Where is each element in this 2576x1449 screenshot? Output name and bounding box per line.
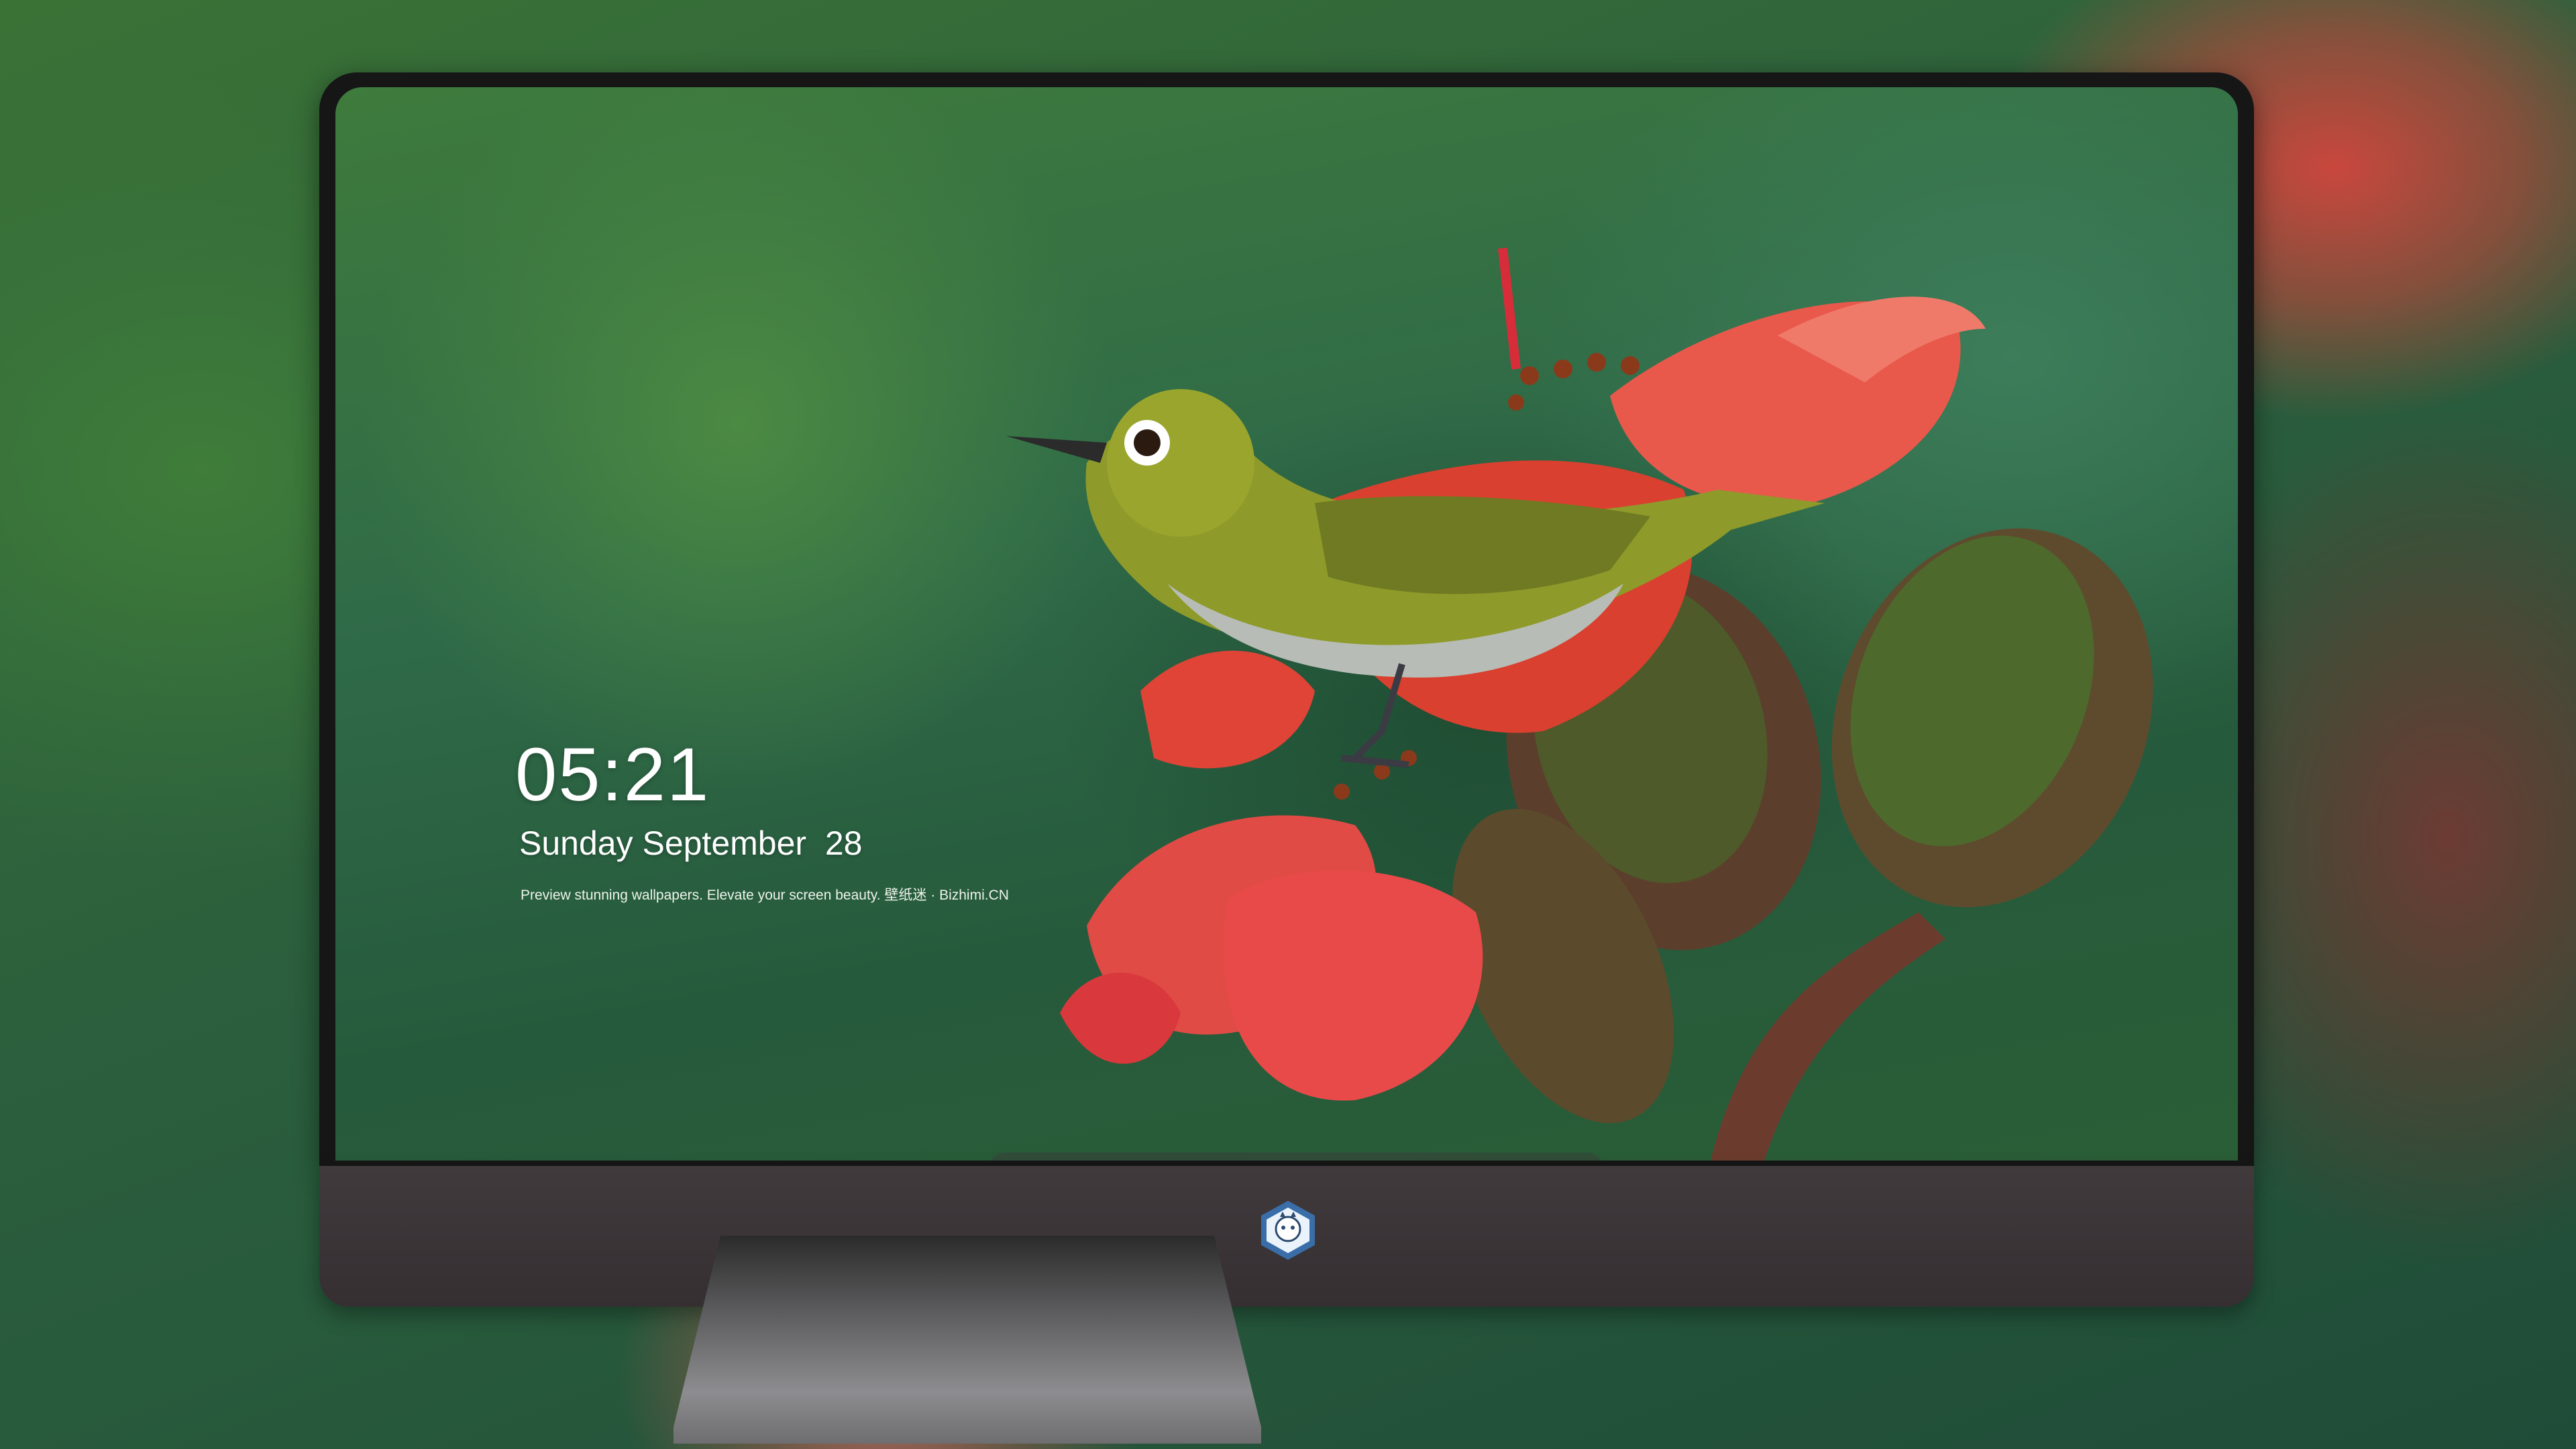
desktop-screen: 05:21 Sunday September 28 Preview stunni… [335,87,2238,1161]
brand-mascot-logo [1261,1201,1315,1260]
dock [989,1152,1603,1161]
monitor-stand [674,1236,1261,1444]
monitor: 05:21 Sunday September 28 Preview stunni… [319,72,2254,1308]
lock-date: Sunday September 28 [519,824,863,862]
lock-clock: 05:21 [515,733,710,816]
wallpaper-artwork [1006,248,2153,1161]
wallpaper-tagline: Preview stunning wallpapers. Elevate you… [521,888,1009,903]
